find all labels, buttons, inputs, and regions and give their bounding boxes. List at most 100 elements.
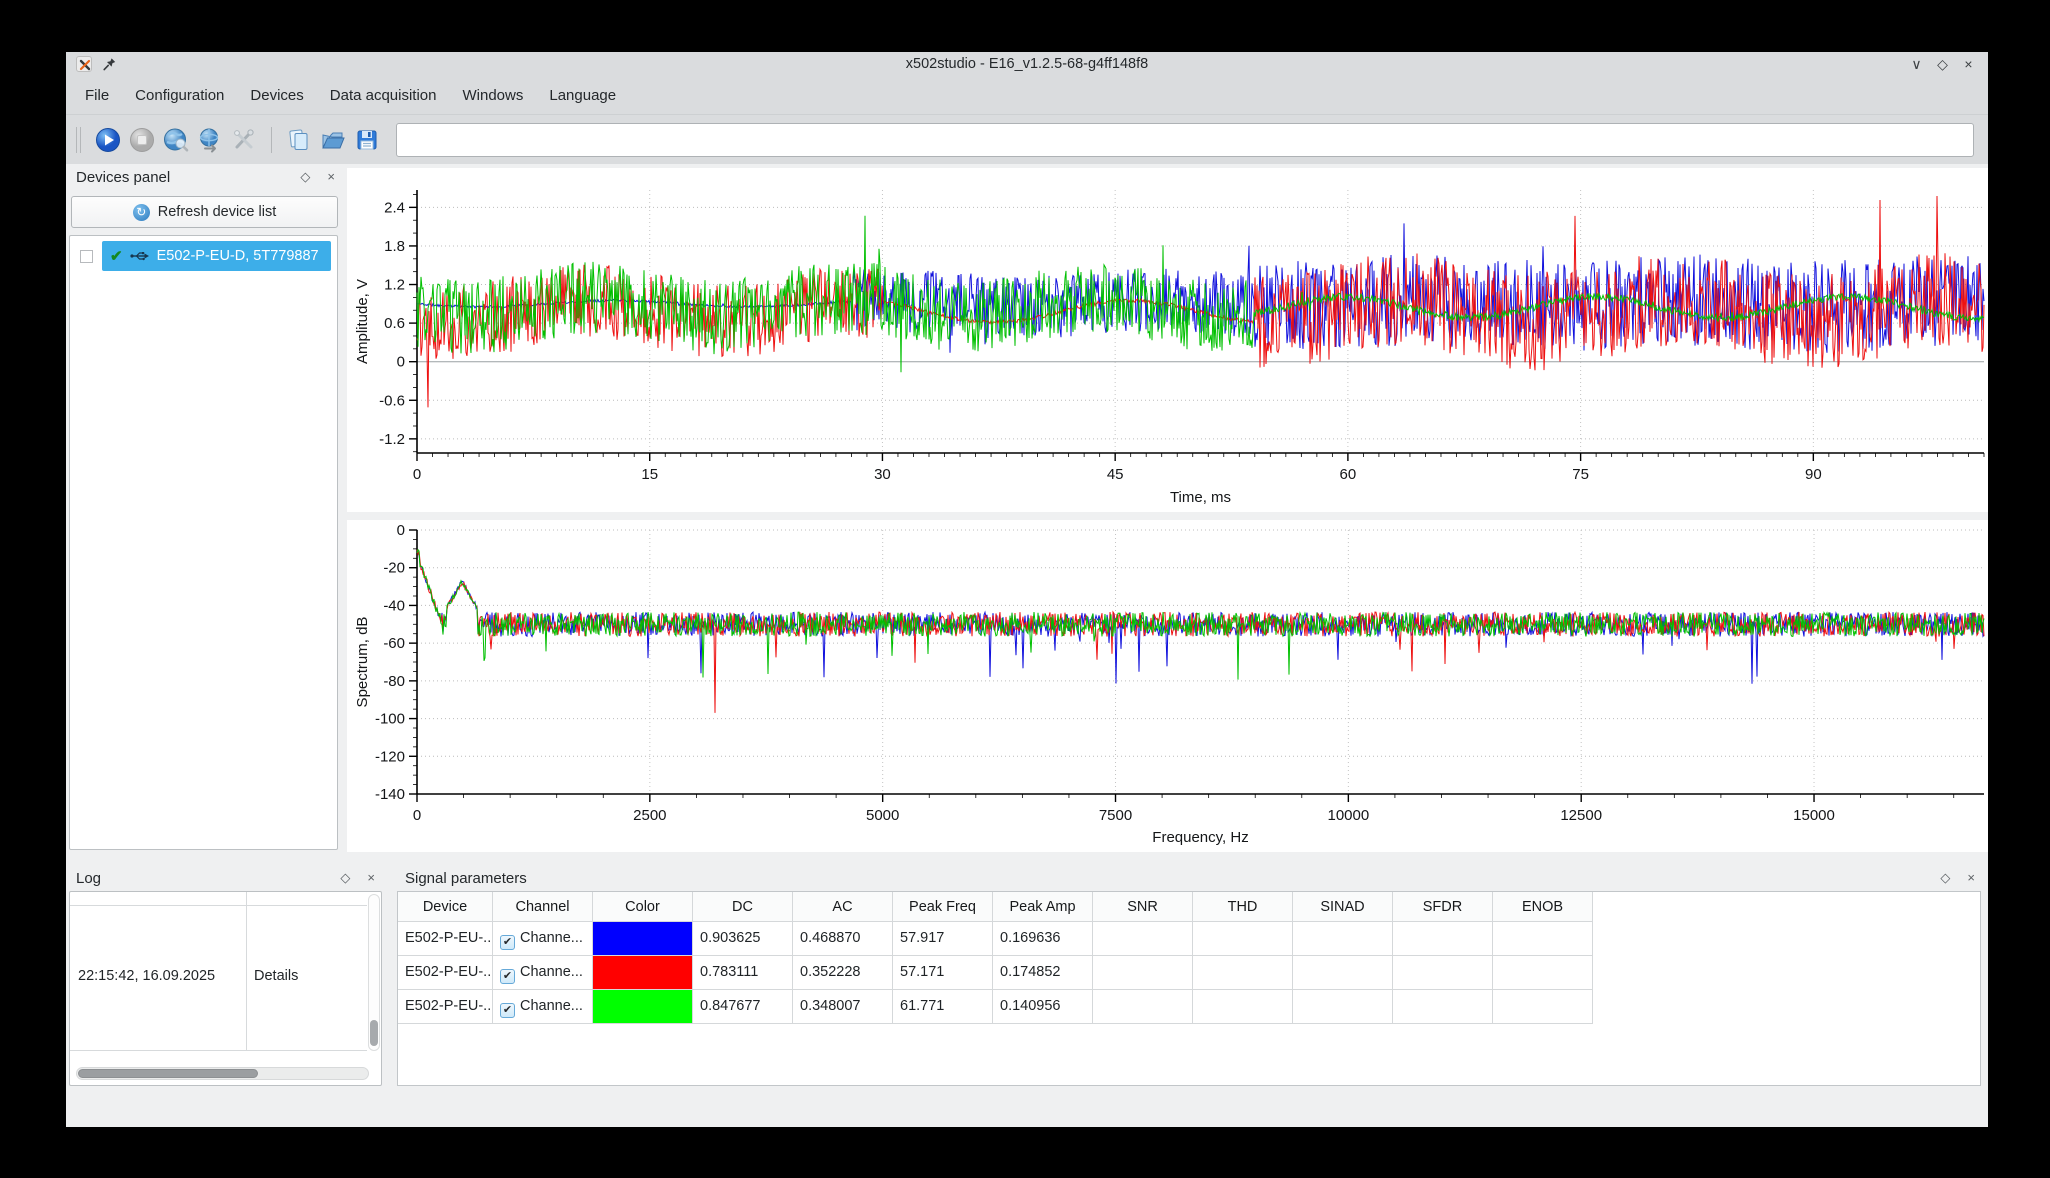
toolbar-grip[interactable] — [76, 127, 81, 153]
save-file-icon — [354, 127, 380, 153]
menu-item-configuration[interactable]: Configuration — [122, 79, 237, 112]
device-tree-row: ✔ E502-P-EU-D, 5T779887 — [70, 241, 337, 271]
network-settings-button[interactable] — [195, 125, 225, 155]
cell-peak_freq: 57.171 — [893, 956, 993, 990]
menu-item-language[interactable]: Language — [536, 79, 629, 112]
log-vertical-scrollbar[interactable] — [368, 894, 380, 1051]
cell-sfdr — [1393, 922, 1493, 956]
log-entry-time: 22:15:42, 16.09.2025 — [78, 968, 215, 984]
channel-checkbox[interactable]: ✔ — [500, 969, 515, 984]
refresh-device-list-button[interactable]: ↻ Refresh device list — [71, 196, 338, 228]
window-title: x502studio - E16_v1.2.5-68-g4ff148f8 — [906, 56, 1148, 72]
toolbar-text-field[interactable] — [396, 123, 1974, 157]
cell-ac: 0.348007 — [793, 990, 893, 1024]
color-swatch[interactable] — [593, 990, 692, 1023]
svg-text:-100: -100 — [375, 711, 405, 728]
x-axis-label: Frequency, Hz — [1152, 829, 1248, 846]
time-domain-chart[interactable]: 2.41.81.20.60-0.6-1.20153045607590Amplit… — [347, 168, 1988, 512]
network-search-button[interactable] — [161, 125, 191, 155]
close-button[interactable]: × — [1961, 56, 1976, 72]
tools-button[interactable] — [229, 125, 259, 155]
open-file-button[interactable] — [318, 125, 348, 155]
column-header-snr[interactable]: SNR — [1093, 892, 1193, 922]
log-panel: Log ◇ × 22:15:42, 16.09.2025 Details — [66, 865, 385, 1089]
color-cell — [593, 990, 693, 1024]
devices-panel-title: Devices panel — [76, 169, 170, 186]
cell-snr — [1093, 956, 1193, 990]
close-panel-icon[interactable]: × — [367, 870, 375, 886]
log-table[interactable]: 22:15:42, 16.09.2025 Details — [69, 891, 382, 1086]
device-item[interactable]: ✔ E502-P-EU-D, 5T779887 — [102, 241, 331, 271]
copy-data-button[interactable] — [284, 125, 314, 155]
cell-dc: 0.783111 — [693, 956, 793, 990]
column-header-peak-amp[interactable]: Peak Amp — [993, 892, 1093, 922]
menu-item-file[interactable]: File — [72, 79, 122, 112]
column-header-sfdr[interactable]: SFDR — [1393, 892, 1493, 922]
cell-peak_amp: 0.169636 — [993, 922, 1093, 956]
column-header-ac[interactable]: AC — [793, 892, 893, 922]
refresh-button-label: Refresh device list — [158, 204, 276, 220]
menu-item-data-acquisition[interactable]: Data acquisition — [317, 79, 450, 112]
column-header-color[interactable]: Color — [593, 892, 693, 922]
cell-device: E502-P-EU-... — [398, 922, 493, 956]
column-header-device[interactable]: Device — [398, 892, 493, 922]
cell-sinad — [1293, 990, 1393, 1024]
log-horizontal-scrollbar-thumb[interactable] — [78, 1069, 258, 1078]
channel-cell: ✔Channe... — [493, 956, 593, 990]
log-horizontal-scrollbar[interactable] — [76, 1067, 369, 1080]
svg-text:-60: -60 — [383, 635, 405, 652]
signal-parameters-title: Signal parameters — [405, 870, 527, 887]
column-header-peak-freq[interactable]: Peak Freq — [893, 892, 993, 922]
cell-device: E502-P-EU-... — [398, 990, 493, 1024]
cell-sfdr — [1393, 956, 1493, 990]
device-label: E502-P-EU-D, 5T779887 — [157, 248, 319, 264]
maximize-button[interactable]: ◇ — [1935, 56, 1950, 73]
float-panel-icon[interactable]: ◇ — [300, 169, 310, 185]
time-chart-canvas[interactable]: 2.41.81.20.60-0.6-1.20153045607590Amplit… — [347, 168, 1988, 512]
column-header-thd[interactable]: THD — [1193, 892, 1293, 922]
menu-item-windows[interactable]: Windows — [450, 79, 537, 112]
cell-dc: 0.847677 — [693, 990, 793, 1024]
color-swatch[interactable] — [593, 956, 692, 989]
pin-icon[interactable] — [102, 57, 117, 72]
spectrum-chart-canvas[interactable]: 0-20-40-60-80-100-120-140025005000750010… — [347, 520, 1988, 852]
cell-snr — [1093, 922, 1193, 956]
color-swatch[interactable] — [593, 922, 692, 955]
stop-acquisition-button[interactable] — [127, 125, 157, 155]
float-panel-icon[interactable]: ◇ — [340, 870, 350, 886]
signal-parameters-body: DeviceChannelColorDCACPeak FreqPeak AmpS… — [397, 891, 1981, 1086]
column-header-sinad[interactable]: SINAD — [1293, 892, 1393, 922]
cell-ac: 0.352228 — [793, 956, 893, 990]
menu-item-devices[interactable]: Devices — [237, 79, 316, 112]
close-panel-icon[interactable]: × — [1967, 870, 1975, 886]
channel-cell: ✔Channe... — [493, 990, 593, 1024]
app-icon — [76, 56, 92, 72]
start-acquisition-button[interactable] — [93, 125, 123, 155]
column-header-dc[interactable]: DC — [693, 892, 793, 922]
log-entry-details[interactable]: Details — [254, 968, 298, 984]
devices-panel-header: Devices panel ◇ × — [66, 164, 345, 190]
column-header-channel[interactable]: Channel — [493, 892, 593, 922]
save-file-button[interactable] — [352, 125, 382, 155]
channel-checkbox[interactable]: ✔ — [500, 935, 515, 950]
svg-text:-140: -140 — [375, 786, 405, 803]
column-header-enob[interactable]: ENOB — [1493, 892, 1593, 922]
table-row: E502-P-EU-...✔Channe...0.8476770.3480076… — [398, 990, 1593, 1024]
device-tree[interactable]: ✔ E502-P-EU-D, 5T779887 — [69, 235, 338, 850]
tree-expand-toggle[interactable] — [80, 250, 93, 263]
spectrum-chart[interactable]: 0-20-40-60-80-100-120-140025005000750010… — [347, 520, 1988, 852]
svg-text:1.2: 1.2 — [384, 277, 405, 294]
svg-text:5000: 5000 — [866, 807, 899, 824]
cell-peak_amp: 0.140956 — [993, 990, 1093, 1024]
device-check-icon: ✔ — [110, 247, 123, 265]
float-panel-icon[interactable]: ◇ — [1940, 870, 1950, 886]
close-panel-icon[interactable]: × — [327, 169, 335, 185]
cell-thd — [1193, 922, 1293, 956]
cell-sinad — [1293, 922, 1393, 956]
svg-text:15: 15 — [641, 466, 658, 483]
svg-text:45: 45 — [1107, 466, 1124, 483]
log-vertical-scrollbar-thumb[interactable] — [370, 1020, 378, 1046]
tools-icon — [231, 127, 257, 153]
minimize-button[interactable]: ∨ — [1909, 56, 1924, 73]
channel-checkbox[interactable]: ✔ — [500, 1003, 515, 1018]
